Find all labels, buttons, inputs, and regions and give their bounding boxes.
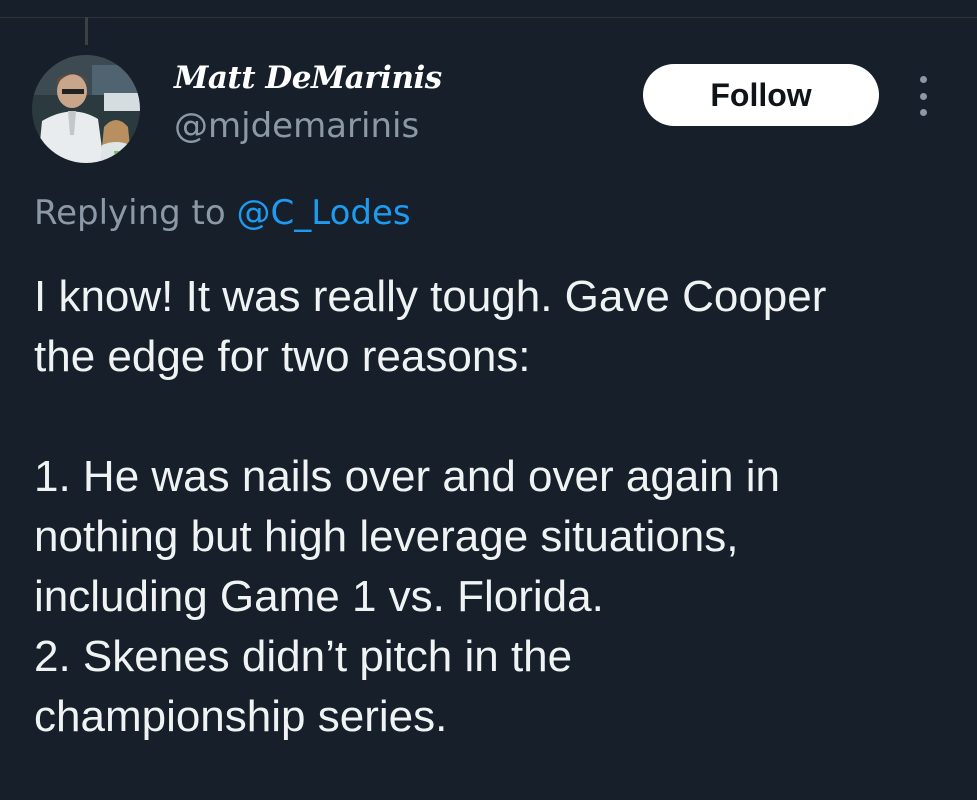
replying-to-line: Replying to @C_Lodes — [34, 190, 411, 236]
author-handle[interactable]: @mjdemarinis — [174, 104, 419, 148]
tweet-line: 2. Skenes didn’t pitch in the — [34, 632, 573, 681]
author-avatar[interactable] — [32, 55, 140, 163]
tweet-line: including Game 1 vs. Florida. — [34, 572, 604, 621]
more-dot — [919, 109, 927, 116]
more-vertical-icon[interactable] — [910, 76, 936, 116]
tweet-line: I know! It was really tough. Gave Cooper — [34, 272, 827, 321]
more-dot — [919, 76, 927, 83]
user-avatar-photo-icon — [32, 55, 140, 163]
tweet-line: nothing but high leverage situations, — [34, 512, 739, 561]
more-dot — [919, 92, 927, 100]
replying-to-prefix: Replying to — [34, 193, 237, 233]
tweet-text: I know! It was really tough. Gave Cooper… — [34, 267, 964, 747]
tweet-line: 1. He was nails over and over again in — [34, 452, 780, 501]
reply-mention-link[interactable]: @C_Lodes — [237, 193, 411, 233]
tweet-line — [34, 387, 964, 447]
tweet-line: championship series. — [34, 692, 448, 741]
follow-button[interactable]: Follow — [643, 64, 879, 126]
tweet-line: the edge for two reasons: — [34, 332, 531, 381]
author-display-name[interactable]: Matt DeMarinis — [174, 58, 442, 98]
top-divider — [0, 17, 977, 18]
thread-connector-line — [85, 17, 88, 45]
